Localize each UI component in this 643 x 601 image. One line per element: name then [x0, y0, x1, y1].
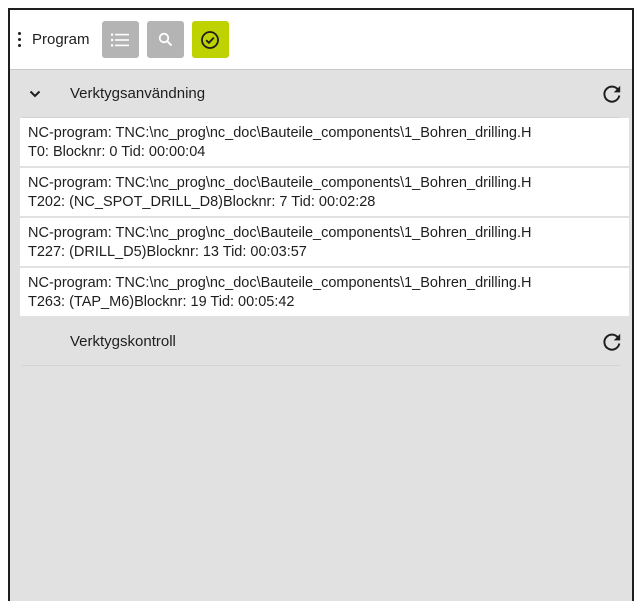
- tool-usage-entry[interactable]: NC-program: TNC:\nc_prog\nc_doc\Bauteile…: [20, 168, 629, 216]
- check-button[interactable]: [191, 21, 229, 58]
- search-button[interactable]: [146, 21, 184, 58]
- toolbar: Program: [10, 10, 632, 70]
- section-label-tool-check: Verktygskontroll: [70, 333, 176, 350]
- refresh-icon[interactable]: [600, 82, 624, 106]
- list-icon: [111, 33, 130, 46]
- search-icon: [158, 32, 172, 47]
- entry-program-path: NC-program: TNC:\nc_prog\nc_doc\Bauteile…: [28, 125, 532, 141]
- check-circle-icon: [201, 30, 219, 49]
- entry-tool-details: T0: Blocknr: 0 Tid: 00:00:04: [28, 144, 206, 160]
- tool-usage-entry[interactable]: NC-program: TNC:\nc_prog\nc_doc\Bauteile…: [20, 268, 629, 316]
- list-view-button[interactable]: [101, 21, 139, 58]
- section-label-tool-usage: Verktygsanvändning: [70, 85, 206, 102]
- tool-usage-entry[interactable]: NC-program: TNC:\nc_prog\nc_doc\Bauteile…: [20, 118, 629, 166]
- section-header-tool-check[interactable]: Verktygskontroll: [22, 318, 621, 366]
- chevron-down-icon[interactable]: [26, 85, 44, 103]
- entry-tool-details: T202: (NC_SPOT_DRILL_D8)Blocknr: 7 Tid: …: [28, 194, 376, 210]
- tool-usage-list: NC-program: TNC:\nc_prog\nc_doc\Bauteile…: [20, 118, 629, 316]
- panel-title: Program: [32, 31, 90, 48]
- kebab-menu-icon[interactable]: [12, 32, 26, 47]
- panel-title-group[interactable]: Program: [12, 31, 90, 48]
- refresh-icon[interactable]: [600, 330, 624, 354]
- section-header-tool-usage[interactable]: Verktygsanvändning: [22, 70, 621, 118]
- entry-program-path: NC-program: TNC:\nc_prog\nc_doc\Bauteile…: [28, 175, 532, 191]
- entry-program-path: NC-program: TNC:\nc_prog\nc_doc\Bauteile…: [28, 275, 532, 291]
- entry-program-path: NC-program: TNC:\nc_prog\nc_doc\Bauteile…: [28, 225, 532, 241]
- entry-tool-details: T263: (TAP_M6)Blocknr: 19 Tid: 00:05:42: [28, 294, 295, 310]
- entry-tool-details: T227: (DRILL_D5)Blocknr: 13 Tid: 00:03:5…: [28, 244, 307, 260]
- program-panel: Program Verktygsanvändning NC-program: T…: [8, 8, 634, 601]
- tool-usage-entry[interactable]: NC-program: TNC:\nc_prog\nc_doc\Bauteile…: [20, 218, 629, 266]
